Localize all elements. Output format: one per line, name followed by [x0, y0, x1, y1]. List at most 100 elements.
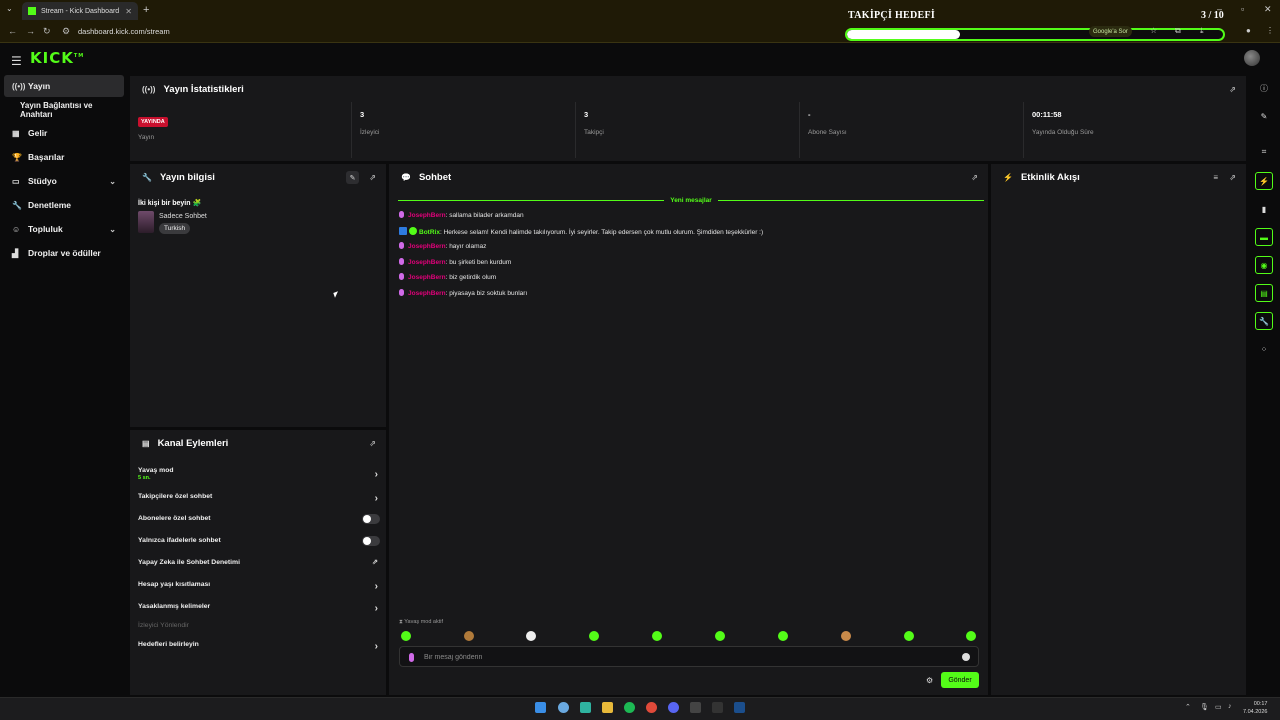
- chat-username[interactable]: JosephBern: [408, 259, 446, 266]
- app-icon[interactable]: [690, 702, 701, 713]
- banned-words-row[interactable]: Yasaklanmış kelimeler ›: [138, 603, 380, 614]
- profile-icon[interactable]: ●: [1246, 26, 1251, 35]
- emote-icon[interactable]: [652, 631, 662, 641]
- sidebar-item-studyo[interactable]: ▭ Stüdyo ⌄: [4, 170, 124, 192]
- forward-icon[interactable]: →: [26, 26, 35, 36]
- sidebar-item-basarilar[interactable]: 🏆 Başarılar: [4, 146, 124, 168]
- new-tab-icon[interactable]: +: [143, 4, 149, 16]
- stat-viewers: 3 İzleyici: [352, 102, 576, 158]
- site-info-icon[interactable]: ⚙: [62, 26, 70, 37]
- sidebar-item-droplar[interactable]: ▟ Droplar ve ödüller: [4, 242, 124, 264]
- popout-icon[interactable]: ⇗: [971, 173, 978, 182]
- extensions-icon[interactable]: ⧉: [1175, 26, 1181, 36]
- edit-icon[interactable]: ✎: [1255, 107, 1273, 125]
- back-icon[interactable]: ←: [8, 26, 17, 36]
- chat-username[interactable]: JosephBern: [408, 243, 446, 250]
- user-avatar[interactable]: [1244, 50, 1260, 66]
- chat-username[interactable]: JosephBern: [408, 212, 446, 219]
- emote-icon[interactable]: [464, 631, 474, 641]
- chat-bubble-icon[interactable]: ▬: [1255, 228, 1273, 246]
- url-text[interactable]: dashboard.kick.com/stream: [78, 27, 170, 36]
- sidebar-item-gelir[interactable]: ▦ Gelir: [4, 122, 124, 144]
- browser-tab[interactable]: Stream - Kick Dashboard ✕: [22, 2, 138, 20]
- bookmark-star-icon[interactable]: ☆: [1150, 26, 1157, 35]
- windows-start-icon[interactable]: [535, 702, 546, 713]
- send-button[interactable]: Gönder: [941, 672, 979, 688]
- sidebar-item-denetleme[interactable]: 🔧 Denetleme: [4, 194, 124, 216]
- steam-icon[interactable]: [734, 702, 745, 713]
- sidebar-item-topluluk[interactable]: ☺ Topluluk ⌄: [4, 218, 124, 240]
- emote-icon[interactable]: [715, 631, 725, 641]
- edit-icon[interactable]: ✎: [346, 171, 359, 184]
- discord-icon[interactable]: [668, 702, 679, 713]
- chat-username[interactable]: JosephBern: [408, 290, 446, 297]
- tray-chevron-icon[interactable]: ⌃: [1185, 703, 1191, 711]
- close-tab-icon[interactable]: ✕: [125, 7, 132, 16]
- browser-app-icon[interactable]: [558, 702, 569, 713]
- set-goals-row[interactable]: Hedefleri belirleyin ›: [138, 641, 380, 652]
- epic-games-icon[interactable]: [712, 702, 723, 713]
- store-app-icon[interactable]: [580, 702, 591, 713]
- broadcast-icon[interactable]: ◉: [1255, 256, 1273, 274]
- mic-badge-icon: [399, 289, 404, 296]
- download-icon[interactable]: ⤓: [1200, 26, 1204, 36]
- chat-message: JosephBern: piyasaya biz soktuk bunları: [399, 289, 527, 297]
- slow-mode-row[interactable]: Yavaş mod 5 sn. ›: [138, 467, 380, 481]
- subscribers-only-row: Abonelere özel sohbet: [138, 514, 380, 524]
- spotify-icon[interactable]: [624, 702, 635, 713]
- followers-only-row[interactable]: Takipçilere özel sohbet ›: [138, 493, 380, 504]
- chat-username[interactable]: BotRix: [419, 229, 440, 236]
- lightning-icon[interactable]: ⚡: [1255, 172, 1273, 190]
- menu-dots-icon[interactable]: ⋮: [1266, 26, 1274, 35]
- sidebar-item-stream-key[interactable]: Yayın Bağlantısı ve Anahtarı: [4, 99, 124, 121]
- kick-logo[interactable]: KICKTM: [30, 49, 84, 67]
- stream-category[interactable]: Sadece Sohbet: [159, 213, 207, 220]
- emote-icon[interactable]: [526, 631, 536, 641]
- google-ask-chip[interactable]: Google'a Sor: [1089, 26, 1132, 37]
- channel-actions-icon[interactable]: ▤: [1255, 284, 1273, 302]
- browser-tabbar: ⌄ Stream - Kick Dashboard ✕ + – ▫ ✕: [0, 0, 1280, 20]
- emote-icon[interactable]: [841, 631, 851, 641]
- taskbar-clock[interactable]: 00:17 7.04.2026: [1243, 700, 1267, 716]
- emote-icon[interactable]: [904, 631, 914, 641]
- scene-icon[interactable]: ⌗: [1255, 143, 1273, 161]
- file-explorer-icon[interactable]: [602, 702, 613, 713]
- close-window-icon[interactable]: ✕: [1264, 4, 1272, 15]
- stat-status: YAYINDA Yayın: [130, 102, 352, 158]
- popout-icon[interactable]: ⇗: [1229, 173, 1236, 182]
- sidebar-item-yayin[interactable]: ((•)) Yayın: [4, 75, 124, 97]
- chrome-icon[interactable]: [646, 702, 657, 713]
- volume-icon[interactable]: ♪: [1228, 703, 1232, 710]
- info-icon[interactable]: ⓘ: [1255, 79, 1273, 97]
- kick-bot-badge-icon: [399, 227, 407, 235]
- mic-tray-icon[interactable]: 🎙: [1200, 703, 1209, 711]
- maximize-icon[interactable]: ▫: [1241, 4, 1244, 14]
- hamburger-menu-icon[interactable]: ☰: [11, 54, 22, 68]
- chat-settings-icon[interactable]: ⚙: [926, 676, 933, 685]
- follower-goal-count: 3 / 10: [1201, 10, 1224, 21]
- reload-icon[interactable]: ↻: [43, 26, 51, 37]
- account-age-row[interactable]: Hesap yaşı kısıtlaması ›: [138, 581, 380, 592]
- chevron-right-icon: ›: [374, 603, 378, 614]
- emote-icon[interactable]: [966, 631, 976, 641]
- stats-header: ((•)) Yayın İstatistikleri: [130, 76, 1246, 102]
- widgets-icon[interactable]: ⁘: [1255, 340, 1273, 358]
- wrench-icon[interactable]: 🔧: [1255, 312, 1273, 330]
- subscribers-only-toggle[interactable]: [362, 514, 380, 524]
- popout-icon[interactable]: ⇗: [369, 439, 376, 448]
- filter-icon[interactable]: ≡: [1213, 173, 1218, 182]
- emote-icon[interactable]: [589, 631, 599, 641]
- emoji-picker-icon[interactable]: [962, 653, 970, 661]
- ai-moderation-row[interactable]: Yapay Zeka ile Sohbet Denetimi ⇗: [138, 559, 380, 566]
- popout-icon[interactable]: ⇗: [1229, 85, 1236, 94]
- emotes-only-toggle[interactable]: [362, 536, 380, 546]
- chat-input[interactable]: [424, 651, 924, 663]
- chevron-right-icon: ›: [374, 581, 378, 592]
- document-icon[interactable]: ▮: [1255, 200, 1273, 218]
- emote-icon[interactable]: [778, 631, 788, 641]
- network-icon[interactable]: ▭: [1215, 703, 1222, 711]
- popout-icon[interactable]: ⇗: [369, 173, 376, 182]
- chat-username[interactable]: JosephBern: [408, 274, 446, 281]
- emote-icon[interactable]: [401, 631, 411, 641]
- tab-list-icon[interactable]: ⌄: [6, 4, 13, 13]
